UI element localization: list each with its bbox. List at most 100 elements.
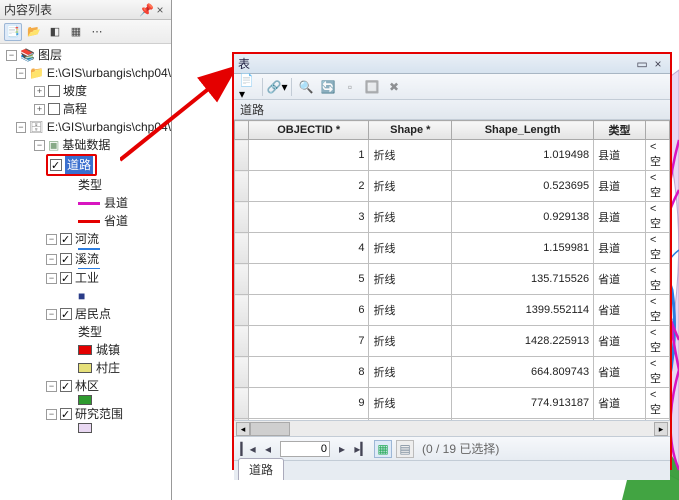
row-selector[interactable]: [235, 357, 249, 388]
visibility-checkbox[interactable]: [60, 233, 72, 245]
nav-last-button[interactable]: ▸▎: [354, 442, 370, 456]
cell-null[interactable]: <空: [646, 202, 670, 233]
tab-road[interactable]: 道路: [238, 458, 284, 480]
layer-industry[interactable]: − 工业: [6, 269, 171, 287]
table-row[interactable]: 5折线135.715526省道<空: [235, 264, 670, 295]
list-by-source-button[interactable]: 📂: [25, 23, 43, 41]
cell-type[interactable]: 县道: [594, 140, 646, 171]
cell-shape[interactable]: 折线: [369, 357, 452, 388]
nav-first-button[interactable]: ▎◂: [240, 442, 256, 456]
toc-autohide-button[interactable]: 📌: [139, 3, 153, 17]
folder2[interactable]: − 🗄 E:\GIS\urbangis\chp04\: [6, 118, 171, 136]
options-button[interactable]: ⋯: [88, 23, 106, 41]
visibility-checkbox[interactable]: [60, 408, 72, 420]
folder1[interactable]: − 📁 E:\GIS\urbangis\chp04\: [6, 64, 171, 82]
cell-shapelength[interactable]: 135.715526: [452, 264, 594, 295]
cell-type[interactable]: 省道: [594, 264, 646, 295]
layer-studyarea[interactable]: − 研究范围: [6, 405, 171, 423]
table-row[interactable]: 9折线774.913187省道<空: [235, 388, 670, 419]
cell-objectid[interactable]: 6: [249, 295, 369, 326]
layer-river[interactable]: − 河流: [6, 230, 171, 248]
row-selector[interactable]: [235, 295, 249, 326]
related-tables-button[interactable]: 🔗▾: [267, 77, 287, 97]
attribute-grid[interactable]: OBJECTID * Shape * Shape_Length 类型 1折线1.…: [234, 120, 670, 420]
col-extra[interactable]: [646, 121, 670, 140]
visibility-checkbox[interactable]: [60, 308, 72, 320]
row-selector[interactable]: [235, 233, 249, 264]
col-objectid[interactable]: OBJECTID *: [249, 121, 369, 140]
scroll-left-button[interactable]: ◂: [236, 422, 250, 436]
table-titlebar[interactable]: 表 ▭ ×: [234, 54, 670, 74]
layer-forest[interactable]: − 林区: [6, 377, 171, 395]
table-row[interactable]: 1折线1.019498县道<空: [235, 140, 670, 171]
cell-null[interactable]: <空: [646, 140, 670, 171]
list-by-drawing-order-button[interactable]: 📑: [4, 23, 22, 41]
expander-icon[interactable]: +: [34, 86, 45, 97]
layer-stream[interactable]: − 溪流: [6, 250, 171, 268]
cell-shape[interactable]: 折线: [369, 264, 452, 295]
layer-elev[interactable]: + 高程: [6, 100, 171, 118]
cell-shape[interactable]: 折线: [369, 140, 452, 171]
list-by-visibility-button[interactable]: ◧: [46, 23, 64, 41]
scroll-right-button[interactable]: ▸: [654, 422, 668, 436]
table-row[interactable]: 4折线1.159981县道<空: [235, 233, 670, 264]
layer-road[interactable]: 道路: [6, 154, 171, 176]
cell-objectid[interactable]: 2: [249, 171, 369, 202]
cell-objectid[interactable]: 7: [249, 326, 369, 357]
row-selector[interactable]: [235, 140, 249, 171]
table-row[interactable]: 2折线0.523695县道<空: [235, 171, 670, 202]
scroll-track[interactable]: [250, 422, 654, 436]
row-selector[interactable]: [235, 202, 249, 233]
cell-null[interactable]: <空: [646, 326, 670, 357]
table-options-button[interactable]: 📄▾: [238, 77, 258, 97]
expander-icon[interactable]: −: [46, 409, 57, 420]
cell-shapelength[interactable]: 1428.225913: [452, 326, 594, 357]
table-row[interactable]: 7折线1428.225913省道<空: [235, 326, 670, 357]
expander-icon[interactable]: −: [16, 122, 26, 133]
cell-shapelength[interactable]: 1.019498: [452, 140, 594, 171]
cell-type[interactable]: 省道: [594, 326, 646, 357]
list-by-selection-button[interactable]: ▦: [67, 23, 85, 41]
nav-position-input[interactable]: [280, 441, 330, 457]
clear-selection-button[interactable]: ▫: [340, 77, 360, 97]
cell-shape[interactable]: 折线: [369, 388, 452, 419]
cell-shapelength[interactable]: 664.809743: [452, 357, 594, 388]
visibility-checkbox[interactable]: [48, 85, 60, 97]
expander-icon[interactable]: −: [34, 140, 45, 151]
cell-type[interactable]: 省道: [594, 388, 646, 419]
cell-type[interactable]: 县道: [594, 233, 646, 264]
cell-objectid[interactable]: 9: [249, 388, 369, 419]
expander-icon[interactable]: −: [46, 254, 57, 265]
expander-icon[interactable]: +: [34, 104, 45, 115]
dataset-basedata[interactable]: − ▣ 基础数据: [6, 136, 171, 154]
cell-type[interactable]: 县道: [594, 171, 646, 202]
table-maximize-button[interactable]: ▭: [634, 57, 650, 71]
cell-null[interactable]: <空: [646, 388, 670, 419]
cell-shapelength[interactable]: 0.929138: [452, 202, 594, 233]
cell-null[interactable]: <空: [646, 264, 670, 295]
expander-icon[interactable]: −: [46, 381, 57, 392]
visibility-checkbox[interactable]: [48, 103, 60, 115]
table-close-button[interactable]: ×: [650, 57, 666, 71]
cell-shape[interactable]: 折线: [369, 295, 452, 326]
cell-type[interactable]: 省道: [594, 357, 646, 388]
expander-icon[interactable]: −: [6, 50, 17, 61]
expander-icon[interactable]: −: [16, 68, 26, 79]
cell-shapelength[interactable]: 1.159981: [452, 233, 594, 264]
cell-objectid[interactable]: 8: [249, 357, 369, 388]
col-shapelength[interactable]: Shape_Length: [452, 121, 594, 140]
expander-icon[interactable]: −: [46, 234, 57, 245]
visibility-checkbox[interactable]: [50, 159, 62, 171]
show-all-records-button[interactable]: ▦: [374, 440, 392, 458]
table-grid[interactable]: OBJECTID * Shape * Shape_Length 类型 1折线1.…: [234, 120, 670, 420]
table-row[interactable]: 8折线664.809743省道<空: [235, 357, 670, 388]
expander-icon[interactable]: −: [46, 309, 57, 320]
cell-objectid[interactable]: 5: [249, 264, 369, 295]
show-selected-records-button[interactable]: ▤: [396, 440, 414, 458]
table-row[interactable]: 3折线0.929138县道<空: [235, 202, 670, 233]
cell-shape[interactable]: 折线: [369, 202, 452, 233]
cell-null[interactable]: <空: [646, 233, 670, 264]
cell-type[interactable]: 省道: [594, 295, 646, 326]
cell-objectid[interactable]: 3: [249, 202, 369, 233]
col-type[interactable]: 类型: [594, 121, 646, 140]
